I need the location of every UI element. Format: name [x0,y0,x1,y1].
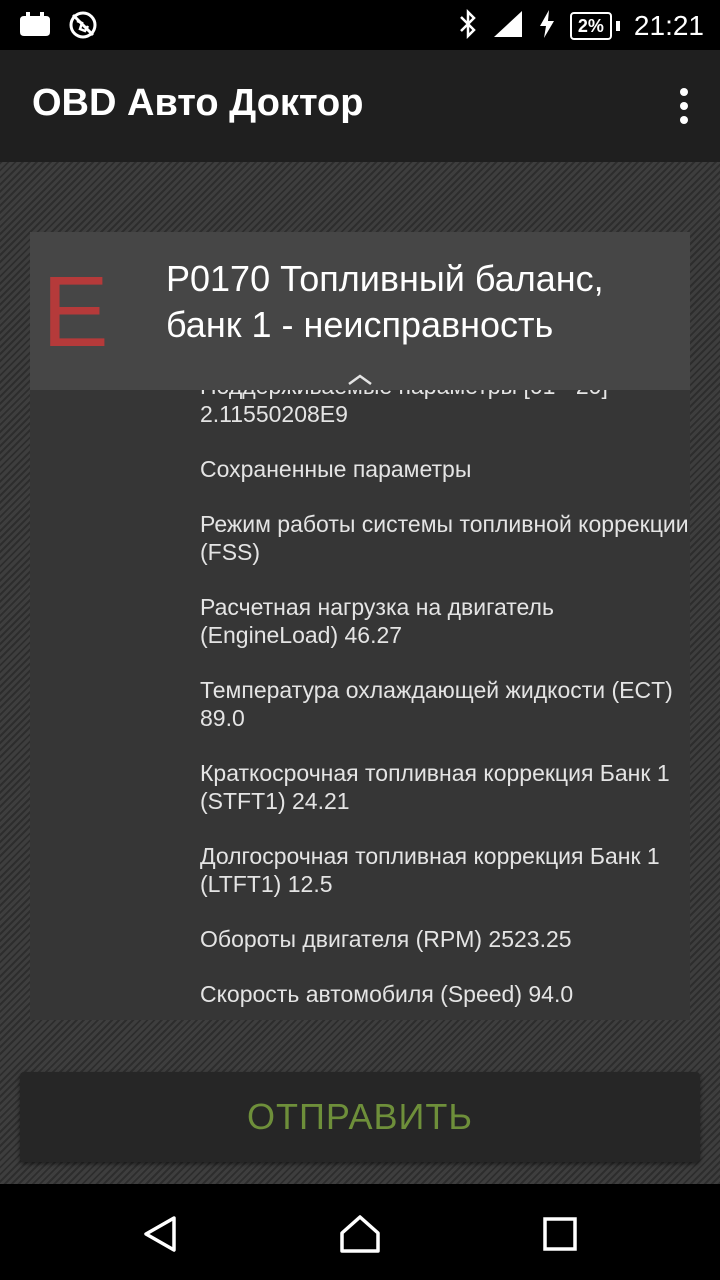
home-icon[interactable] [336,1210,384,1258]
param-title: Долгосрочная топливная коррекция Банк 1 … [200,843,660,897]
navigation-bar [0,1184,720,1280]
clock: 21:21 [633,10,704,41]
error-card-header[interactable]: E P0170 Топливный баланс, банк 1 - неисп… [30,232,690,390]
app-bar: OBD Авто Доктор [0,50,720,162]
list-item: Расчетная нагрузка на двигатель (EngineL… [200,593,690,649]
menu-dot [680,116,688,124]
severity-letter: E [42,256,109,368]
overflow-menu-icon[interactable] [674,88,694,124]
menu-dot [680,102,688,110]
charging-icon [538,10,556,42]
param-title: Краткосрочная топливная коррекция Банк 1… [200,760,670,814]
send-button-label: ОТПРАВИТЬ [247,1096,473,1137]
param-title: Температура охлаждающей жидкости (ECT) 8… [200,677,673,731]
back-icon[interactable] [136,1210,184,1258]
param-title: Режим работы системы топливной коррекции… [200,511,689,565]
battery-tip [615,21,620,31]
list-item: Краткосрочная топливная коррекция Банк 1… [200,759,690,815]
param-title: Сохраненные параметры [200,456,472,482]
param-title: Расчетная нагрузка на двигатель (EngineL… [200,594,554,648]
bluetooth-icon [458,8,478,43]
menu-dot [680,88,688,96]
chevron-up-icon[interactable] [346,372,374,391]
param-title: Обороты двигателя (RPM) 2523.25 [200,926,572,952]
param-value: 2.11550208E9 [200,401,348,427]
no-location-icon [68,10,98,44]
freeze-frame-list: Поддерживаемые параметры [01 - 20] 2.115… [200,372,690,1020]
battery-icon: 2% [569,12,620,40]
list-item: Сохраненные параметры [200,455,690,483]
list-item: Обороты двигателя (RPM) 2523.25 [200,925,690,953]
status-right-icons: 2% 21:21 [458,6,704,46]
notification-icon [18,12,52,42]
status-left-icons [18,10,98,44]
list-item: Долгосрочная топливная коррекция Банк 1 … [200,842,690,898]
send-button[interactable]: ОТПРАВИТЬ [20,1072,700,1162]
error-card[interactable]: E P0170 Топливный баланс, банк 1 - неисп… [30,232,690,1020]
recents-icon[interactable] [536,1210,584,1258]
status-bar: 2% 21:21 [0,0,720,50]
param-title: Скорость автомобиля (Speed) 94.0 [200,981,574,1007]
app-title: OBD Авто Доктор [32,82,364,124]
signal-icon [492,9,524,43]
list-item: Температура охлаждающей жидкости (ECT) 8… [200,676,690,732]
battery-percent: 2% [569,12,612,40]
error-code-title: P0170 Топливный баланс, банк 1 - неиспра… [166,258,604,345]
content-area: E P0170 Топливный баланс, банк 1 - неисп… [0,162,720,1184]
list-item: Режим работы системы топливной коррекции… [200,510,690,566]
list-item: Скорость автомобиля (Speed) 94.0 [200,980,690,1008]
